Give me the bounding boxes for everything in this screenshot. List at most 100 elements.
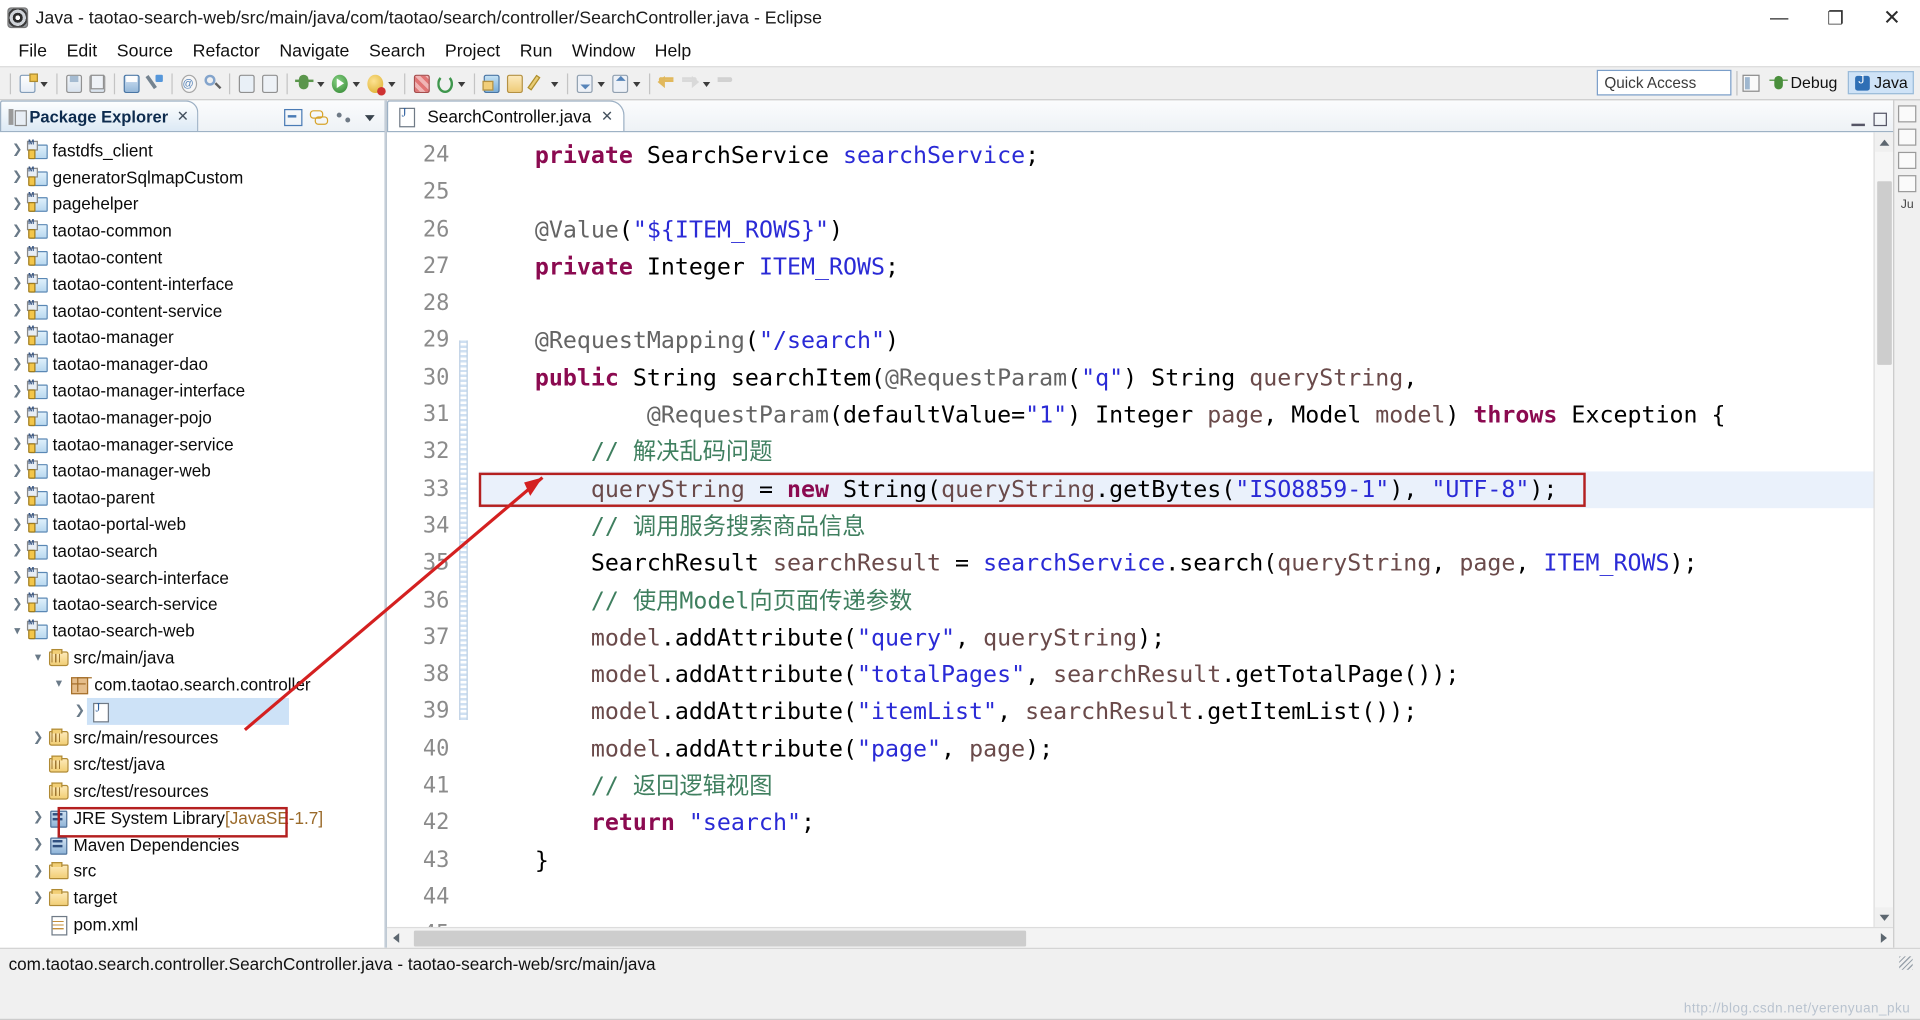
menu-file[interactable]: File <box>9 40 57 62</box>
chevron-right-icon[interactable]: ❯ <box>28 864 48 877</box>
chevron-right-icon[interactable]: ❯ <box>7 197 27 210</box>
scroll-right-icon[interactable] <box>1872 928 1893 949</box>
tree-item[interactable]: ❯ Mtaotao-manager-interface <box>0 377 384 404</box>
history-dropdown[interactable] <box>702 72 713 95</box>
back-icon[interactable] <box>656 72 677 95</box>
project-tree[interactable]: ❯ Mfastdfs_client ❯ MgeneratorSqlmapCustom ❯… <box>0 132 385 948</box>
collapse-all-icon[interactable] <box>284 108 303 127</box>
tree-item[interactable]: ▾ src/main/java <box>0 644 384 671</box>
close-icon[interactable]: ✕ <box>177 108 189 125</box>
save-icon[interactable] <box>64 72 85 95</box>
new-wizard-icon[interactable] <box>17 72 38 95</box>
chevron-right-icon[interactable]: ❯ <box>7 464 27 477</box>
console-view-icon[interactable] <box>1897 175 1917 193</box>
code-line[interactable]: @Value("${ITEM_ROWS}") <box>479 211 1874 248</box>
code-line[interactable]: @RequestMapping("/search") <box>479 323 1874 360</box>
tree-item[interactable]: pom.xml <box>0 911 384 938</box>
debug-dropdown[interactable] <box>316 72 327 95</box>
junit-view-label[interactable]: Ju <box>1901 198 1914 211</box>
tree-item[interactable]: ▾ com.taotao.search.controller <box>0 671 384 698</box>
new-java-class-icon[interactable] <box>260 72 281 95</box>
tree-item[interactable]: src/test/java <box>0 751 384 778</box>
open-perspective-icon[interactable] <box>481 72 502 95</box>
code-line[interactable]: // 使用Model向页面传递参数 <box>479 582 1874 619</box>
perspective-debug[interactable]: Debug <box>1765 72 1843 93</box>
code-line[interactable]: // 解决乱码问题 <box>479 434 1874 471</box>
code-line[interactable]: private SearchService searchService; <box>479 137 1874 174</box>
tree-item[interactable]: ❯ Mtaotao-search-interface <box>0 564 384 591</box>
menu-run[interactable]: Run <box>510 40 562 62</box>
view-menu-icon[interactable] <box>361 108 379 126</box>
close-icon[interactable]: ✕ <box>601 108 613 125</box>
code-line[interactable] <box>479 286 1874 323</box>
code-line[interactable]: } <box>479 842 1874 879</box>
chevron-right-icon[interactable]: ❯ <box>7 251 27 264</box>
code-line[interactable]: @RequestParam(defaultValue="1") Integer … <box>479 397 1874 434</box>
code-line-highlighted[interactable]: queryString = new String(queryString.get… <box>478 471 1874 509</box>
tree-item[interactable]: ❯ Mtaotao-manager-service <box>0 431 384 458</box>
edit-icon[interactable] <box>527 72 549 95</box>
show-view-icon[interactable] <box>504 72 525 95</box>
code-line[interactable]: public String searchItem(@RequestParam("… <box>479 360 1874 397</box>
chevron-down-icon[interactable]: ▾ <box>49 678 69 691</box>
maximize-icon[interactable] <box>1873 112 1887 127</box>
external-tools-icon[interactable] <box>411 72 432 95</box>
menu-edit[interactable]: Edit <box>57 40 107 62</box>
tree-item[interactable]: ❯ Mtaotao-manager-dao <box>0 351 384 378</box>
properties-view-icon[interactable] <box>1897 151 1917 169</box>
tree-item[interactable]: ❯ src/main/resources <box>0 724 384 751</box>
tree-item[interactable]: ❯ target <box>0 884 384 911</box>
chevron-right-icon[interactable]: ❯ <box>7 357 27 370</box>
sync-dropdown[interactable] <box>457 72 468 95</box>
open-perspective-button[interactable] <box>1742 74 1760 92</box>
chevron-right-icon[interactable]: ❯ <box>7 491 27 504</box>
vertical-scroll-thumb[interactable] <box>1877 181 1892 365</box>
coverage-icon[interactable] <box>365 72 386 95</box>
code-line[interactable]: // 返回逻辑视图 <box>479 768 1874 805</box>
chevron-right-icon[interactable]: ❯ <box>7 411 27 424</box>
maximize-button[interactable]: ❐ <box>1807 0 1863 36</box>
code-line[interactable] <box>479 174 1874 211</box>
build-icon[interactable] <box>144 72 165 95</box>
next-edit-icon[interactable] <box>715 72 736 95</box>
chevron-right-icon[interactable]: ❯ <box>28 891 48 904</box>
scroll-left-icon[interactable] <box>387 928 408 949</box>
chevron-right-icon[interactable]: ❯ <box>7 144 27 157</box>
tree-item[interactable]: ❯ Mtaotao-search-service <box>0 591 384 618</box>
forward-icon[interactable] <box>680 72 701 95</box>
chevron-right-icon[interactable]: ❯ <box>28 811 48 824</box>
tree-item[interactable]: ❯ Mtaotao-manager <box>0 324 384 351</box>
chevron-right-icon[interactable]: ❯ <box>7 517 27 530</box>
menu-navigate[interactable]: Navigate <box>270 40 360 62</box>
quick-access-input[interactable]: Quick Access <box>1597 69 1732 96</box>
run-icon[interactable] <box>329 72 350 95</box>
previous-dropdown[interactable] <box>632 72 643 95</box>
open-type-icon[interactable]: @ <box>179 72 200 95</box>
tab-searchcontroller-java[interactable]: SearchController.java ✕ <box>386 100 625 132</box>
folding-gutter[interactable] <box>386 132 402 927</box>
search-icon[interactable] <box>202 72 223 95</box>
minimize-icon[interactable] <box>1851 113 1865 127</box>
sync-icon[interactable] <box>435 72 456 95</box>
save-all-icon[interactable] <box>87 72 108 95</box>
menu-window[interactable]: Window <box>562 40 645 62</box>
code-line[interactable]: model.addAttribute("itemList", searchRes… <box>479 694 1874 731</box>
tree-item[interactable]: ❯ Mtaotao-parent <box>0 484 384 511</box>
code-line[interactable]: return "search"; <box>479 805 1874 842</box>
tree-item[interactable]: ❯ Mtaotao-search <box>0 537 384 564</box>
resize-grip-icon[interactable] <box>1899 956 1913 970</box>
menu-help[interactable]: Help <box>645 40 701 62</box>
chevron-right-icon[interactable]: ❯ <box>7 571 27 584</box>
run-dropdown[interactable] <box>351 72 362 95</box>
code-line[interactable]: private Integer ITEM_ROWS; <box>479 248 1874 285</box>
editor-vertical-scrollbar[interactable] <box>1873 132 1894 927</box>
chevron-right-icon[interactable]: ❯ <box>7 384 27 397</box>
code-line[interactable]: model.addAttribute("page", page); <box>479 731 1874 768</box>
menu-search[interactable]: Search <box>359 40 435 62</box>
chevron-down-icon[interactable]: ▾ <box>7 624 27 637</box>
new-wizard-dropdown[interactable] <box>39 72 50 95</box>
scroll-up-icon[interactable] <box>1874 132 1894 152</box>
previous-annotation-icon[interactable] <box>610 72 631 95</box>
chevron-right-icon[interactable]: ❯ <box>7 277 27 290</box>
code-line[interactable] <box>479 916 1874 927</box>
